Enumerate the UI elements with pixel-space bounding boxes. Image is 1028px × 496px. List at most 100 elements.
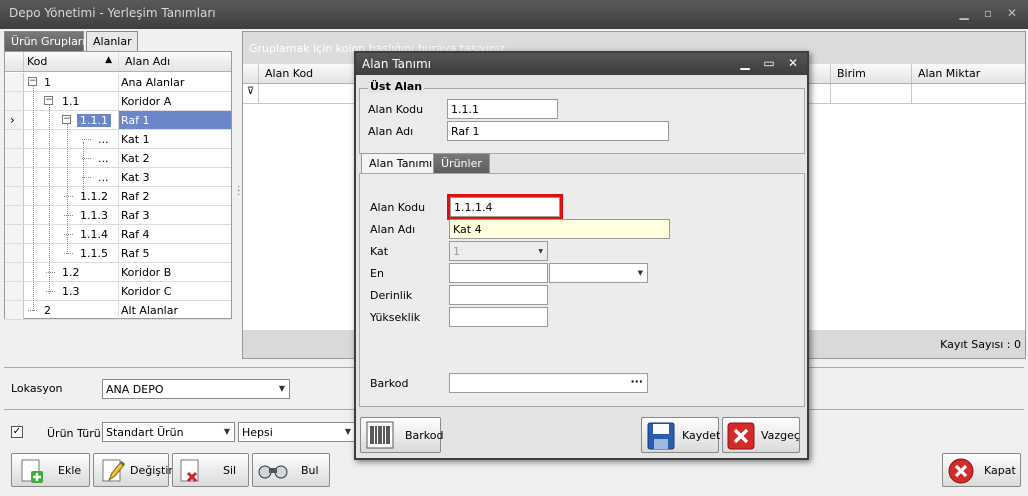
tree-row[interactable]: 2 Alt Alanlar xyxy=(5,301,231,320)
row-kod: ... xyxy=(98,133,109,146)
row-kod-cell[interactable]: −1.1 xyxy=(24,92,119,110)
grid-column-birim[interactable]: Birim xyxy=(830,64,914,83)
row-kod-cell[interactable]: 1.1.3 xyxy=(24,206,119,224)
tree-row[interactable]: 1.1.4 Raf 4 xyxy=(5,225,231,244)
column-label: Birim xyxy=(837,67,866,80)
maximize-icon[interactable]: ▭ xyxy=(761,56,777,72)
minimize-icon[interactable]: ▁ xyxy=(956,6,972,20)
tree-row[interactable]: 1.1.3 Raf 3 xyxy=(5,206,231,225)
en-field[interactable] xyxy=(449,263,548,283)
row-kod-cell[interactable]: 2 xyxy=(24,301,119,319)
tab-urunler[interactable]: Ürünler xyxy=(433,153,490,173)
field-value: 1 xyxy=(453,245,460,258)
ust-alan-kod-field[interactable]: 1.1.1 xyxy=(447,99,558,119)
filter-divider xyxy=(911,84,912,103)
close-icon[interactable]: ✕ xyxy=(1004,6,1020,20)
tree-row[interactable]: ... Kat 2 xyxy=(5,149,231,168)
derinlik-field[interactable] xyxy=(449,285,548,305)
tab-alan-tanimi[interactable]: Alan Tanımı xyxy=(361,153,441,174)
tree-header-indicator xyxy=(5,52,24,71)
filter-select[interactable]: Hepsi ▼ xyxy=(238,422,356,442)
tree-row[interactable]: 1.2 Koridor B xyxy=(5,263,231,282)
sil-button[interactable]: Sil xyxy=(172,453,249,487)
row-kod: 1.1.2 xyxy=(80,190,108,203)
alan-adi-label: Alan Adı xyxy=(370,223,416,236)
grid-column-alan-kod[interactable]: Alan Kod xyxy=(265,67,313,80)
en-unit-select[interactable]: ▼ xyxy=(549,263,648,283)
row-alan-adi: Koridor C xyxy=(121,285,172,298)
field-value: Kat 4 xyxy=(453,223,482,236)
row-kod: 1.2 xyxy=(62,266,80,279)
lokasyon-select[interactable]: ANA DEPO ▼ xyxy=(102,379,290,399)
field-value: 1.1.1.4 xyxy=(454,201,493,214)
row-alan-adi: Raf 2 xyxy=(121,190,150,203)
button-label: Sil xyxy=(223,464,237,477)
ellipsis-icon[interactable]: ··· xyxy=(630,375,643,388)
ekle-button[interactable]: Ekle xyxy=(11,453,90,487)
urun-turu-select[interactable]: Standart Ürün ▼ xyxy=(102,422,235,442)
grip-icon: :: xyxy=(237,183,241,198)
barkod-field[interactable]: ··· xyxy=(449,373,648,393)
tree-row[interactable]: 1.3 Koridor C xyxy=(5,282,231,301)
kat-select[interactable]: 1 ▼ xyxy=(449,241,548,261)
bul-button[interactable]: Bul xyxy=(252,453,330,487)
tree-row[interactable]: ... Kat 3 xyxy=(5,168,231,187)
row-alan-adi: Kat 1 xyxy=(121,133,150,146)
cancel-icon xyxy=(727,422,755,450)
row-kod-cell[interactable]: ... xyxy=(24,149,119,167)
row-kod-cell[interactable]: ... xyxy=(24,168,119,186)
row-indicator xyxy=(5,206,24,224)
row-kod-cell[interactable]: −1 xyxy=(24,73,119,91)
lokasyon-label: Lokasyon xyxy=(11,382,63,395)
alan-tanimi-panel xyxy=(359,173,805,407)
collapse-icon[interactable]: − xyxy=(62,115,71,124)
row-indicator xyxy=(5,92,24,110)
tree-row[interactable]: › −1.1.1 Raf 1 xyxy=(5,111,231,130)
tab-urun-gruplari[interactable]: Ürün Grupları xyxy=(4,31,85,51)
row-alan-adi: Koridor B xyxy=(121,266,172,279)
row-indicator xyxy=(5,301,24,319)
chevron-down-icon: ▼ xyxy=(637,269,643,277)
alan-adi-field[interactable]: Kat 4 xyxy=(449,219,670,239)
row-alan-adi: Raf 4 xyxy=(121,228,150,241)
lokasyon-value: ANA DEPO xyxy=(106,383,164,396)
tree-row[interactable]: ... Kat 1 xyxy=(5,130,231,149)
row-kod-cell[interactable]: 1.3 xyxy=(24,282,119,300)
tree-row[interactable]: −1 Ana Alanlar xyxy=(5,73,231,92)
alan-kodu-field[interactable]: 1.1.1.4 xyxy=(450,197,560,217)
tree-row[interactable]: 1.1.2 Raf 2 xyxy=(5,187,231,206)
button-label: Kaydet xyxy=(682,429,721,442)
urun-turu-label: Ürün Türü xyxy=(47,427,101,440)
degistir-button[interactable]: Değiştir xyxy=(93,453,173,487)
row-kod: 2 xyxy=(44,304,51,317)
row-kod-cell[interactable]: 1.2 xyxy=(24,263,119,281)
filter-divider xyxy=(830,84,831,103)
vazgec-button[interactable]: Vazgeç xyxy=(722,417,800,453)
tree-column-alan-adi[interactable]: Alan Adı xyxy=(119,52,231,71)
grid-column-alan-miktar[interactable]: Alan Miktar xyxy=(911,64,1025,83)
urun-turu-checkbox[interactable]: ✓ xyxy=(11,426,23,438)
minimize-icon[interactable]: ▁ xyxy=(737,56,753,72)
tree-row[interactable]: 1.1.5 Raf 5 xyxy=(5,244,231,263)
row-kod-cell[interactable]: ... xyxy=(24,130,119,148)
tree-row[interactable]: −1.1 Koridor A xyxy=(5,92,231,111)
filter-icon[interactable]: ⊽ xyxy=(243,84,259,103)
save-icon xyxy=(647,422,675,450)
maximize-icon[interactable]: ▫ xyxy=(980,6,996,20)
row-kod-cell[interactable]: 1.1.5 xyxy=(24,244,119,262)
yukseklik-field[interactable] xyxy=(449,307,548,327)
kapat-button[interactable]: Kapat xyxy=(942,453,1021,487)
close-icon[interactable]: ✕ xyxy=(785,56,801,72)
row-kod-cell[interactable]: 1.1.4 xyxy=(24,225,119,243)
row-kod-cell[interactable]: −1.1.1 xyxy=(24,111,119,129)
urun-turu-value: Standart Ürün xyxy=(106,426,184,439)
ust-alan-ad-field[interactable]: Raf 1 xyxy=(447,121,669,141)
kaydet-button[interactable]: Kaydet xyxy=(641,417,721,453)
area-tree[interactable]: Kod ▲ Alan Adı −1 Ana Alanlar −1.1 Koridor A… xyxy=(4,51,232,320)
row-kod: 1.1.1 xyxy=(77,114,111,127)
barkod-button[interactable]: Barkod xyxy=(360,417,444,453)
tab-alanlar[interactable]: Alanlar xyxy=(86,31,138,51)
row-indicator xyxy=(5,73,24,91)
tree-column-kod[interactable]: Kod ▲ xyxy=(24,52,119,71)
row-kod-cell[interactable]: 1.1.2 xyxy=(24,187,119,205)
